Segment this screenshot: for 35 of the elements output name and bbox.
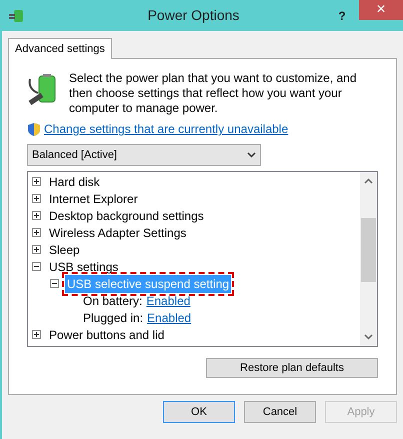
setting-value-link[interactable]: Enabled	[147, 308, 192, 326]
expand-icon[interactable]	[32, 245, 41, 254]
collapse-icon[interactable]	[50, 279, 59, 288]
tree-item[interactable]: Power buttons and lid	[47, 326, 166, 344]
restore-defaults-button[interactable]: Restore plan defaults	[206, 358, 378, 378]
setting-label: On battery:	[83, 292, 142, 310]
scroll-down-icon[interactable]	[364, 334, 373, 340]
dialog-button[interactable]: OK	[163, 401, 235, 423]
dialog-button[interactable]: Cancel	[244, 401, 316, 423]
setting-value-link[interactable]: Enabled	[146, 292, 190, 310]
window-title: Power Options	[146, 6, 240, 25]
scroll-thumb[interactable]	[361, 218, 376, 282]
expand-icon[interactable]	[32, 211, 41, 220]
help-button[interactable]: ?	[331, 6, 353, 24]
tree-item[interactable]: Wireless Adapter Settings	[47, 224, 188, 242]
chevron-down-icon	[247, 152, 256, 158]
tree-item[interactable]: Sleep	[47, 240, 82, 258]
tree-item[interactable]: Desktop background settings	[47, 206, 206, 224]
description-text: Select the power plan that you want to customize, and then choose settings that reflect how you want your computer to manage power.	[69, 71, 358, 116]
expand-icon[interactable]	[32, 330, 41, 339]
plan-dropdown[interactable]: Balanced [Active]	[27, 144, 261, 166]
expand-icon[interactable]	[32, 194, 41, 203]
expand-icon[interactable]	[32, 228, 41, 237]
tree-item[interactable]: USB settings	[47, 258, 120, 276]
scroll-up-icon[interactable]	[364, 178, 373, 184]
setting-label: Plugged in:	[83, 310, 144, 326]
close-button[interactable]: ×	[359, 0, 403, 20]
change-settings-link[interactable]: Change settings that are currently unavailable	[44, 120, 288, 138]
tree-item[interactable]: Internet Explorer	[47, 190, 140, 208]
shield-icon	[27, 122, 41, 136]
tab[interactable]: Advanced settings	[8, 38, 112, 59]
tree-item[interactable]: Hard disk	[47, 172, 102, 190]
scrollbar[interactable]	[360, 172, 377, 346]
collapse-icon[interactable]	[32, 262, 41, 271]
expand-icon[interactable]	[32, 177, 41, 186]
